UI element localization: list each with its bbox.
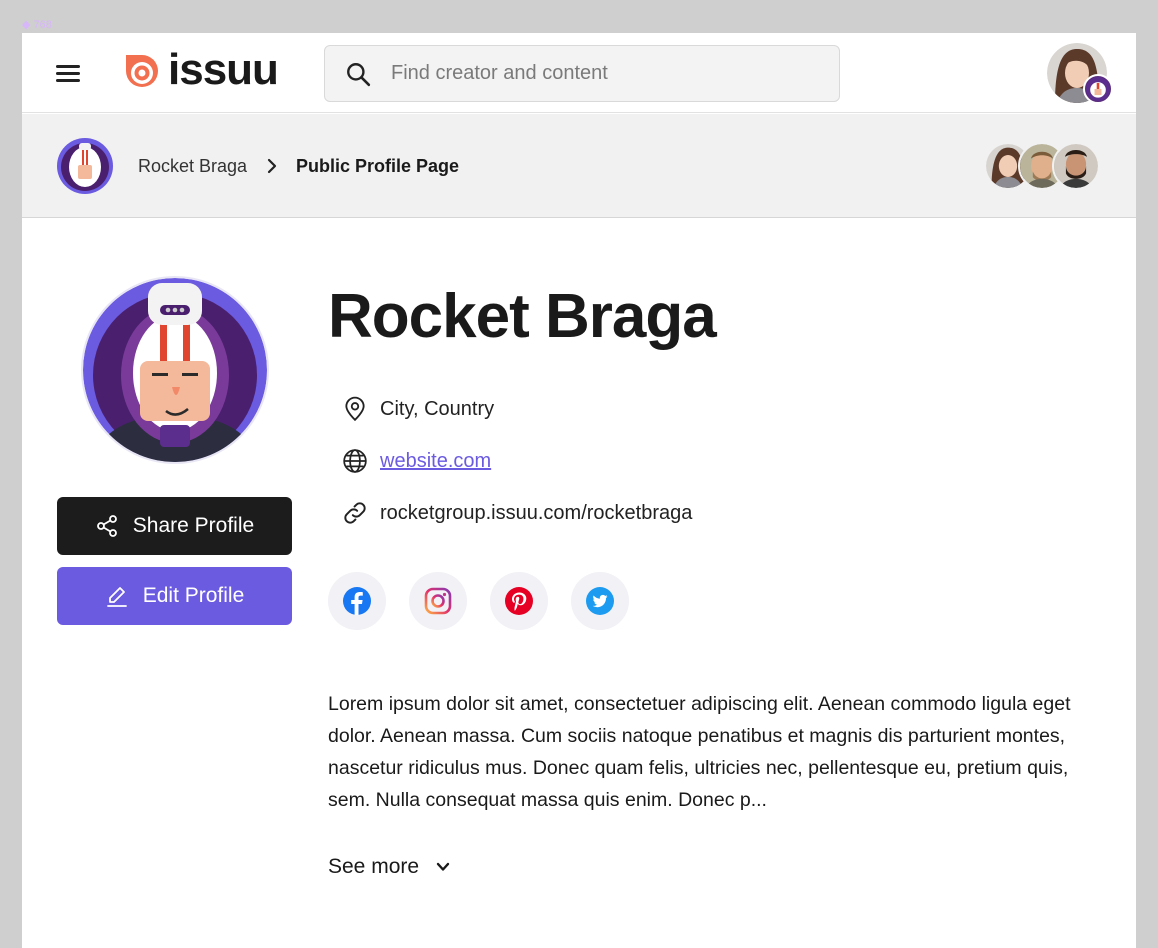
frame-label: ◆ 768 <box>22 19 52 31</box>
edit-profile-button[interactable]: Edit Profile <box>57 567 292 625</box>
profile-avatar <box>81 276 269 464</box>
top-navigation-bar: issuu <box>22 33 1136 113</box>
website-link[interactable]: website.com <box>380 450 491 473</box>
pencil-icon <box>106 587 127 607</box>
twitter-button[interactable] <box>571 572 629 630</box>
profile-badge-avatar <box>1083 74 1113 104</box>
facebook-button[interactable] <box>328 572 386 630</box>
issuu-logo-icon <box>126 55 158 87</box>
breadcrumb-current: Public Profile Page <box>296 156 460 176</box>
pinterest-icon <box>505 587 533 615</box>
website-row: website.com <box>342 448 491 474</box>
collaborator-avatar[interactable] <box>1052 142 1100 190</box>
logo-text: issuu <box>168 45 279 94</box>
breadcrumb-bar: Rocket Braga Public Profile Page <box>22 114 1136 218</box>
location-row: City, Country <box>342 396 494 422</box>
instagram-icon <box>424 587 452 615</box>
share-profile-button[interactable]: Share Profile <box>57 497 292 555</box>
share-icon <box>96 515 117 537</box>
search-icon <box>347 62 371 86</box>
profile-name: Rocket Braga <box>328 282 717 351</box>
pinterest-button[interactable] <box>490 572 548 630</box>
twitter-icon <box>586 587 614 615</box>
breadcrumb-avatar[interactable] <box>56 137 114 195</box>
search-bar[interactable] <box>324 45 840 102</box>
issuu-logo[interactable]: issuu <box>120 45 279 95</box>
location-pin-icon <box>345 396 365 422</box>
social-links <box>328 572 629 630</box>
profile-url-text: rocketgroup.issuu.com/rocketbraga <box>380 501 693 524</box>
globe-icon <box>343 449 367 473</box>
share-profile-label: Share Profile <box>132 514 255 537</box>
link-icon <box>344 502 366 524</box>
hamburger-menu-icon[interactable] <box>50 59 86 87</box>
breadcrumb-parent-link[interactable]: Rocket Braga <box>138 156 247 177</box>
instagram-button[interactable] <box>409 572 467 630</box>
facebook-icon <box>343 587 371 615</box>
chevron-down-icon <box>436 862 450 871</box>
profile-page: issuu Find creator and content Rocket Br… <box>22 33 1136 948</box>
profile-url-row: rocketgroup.issuu.com/rocketbraga <box>342 500 692 526</box>
profile-bio: Lorem ipsum dolor sit amet, consectetuer… <box>328 693 1071 811</box>
chevron-right-icon <box>267 158 277 174</box>
search-input[interactable] <box>391 62 811 85</box>
see-more-button[interactable]: See more <box>328 855 451 879</box>
location-text: City, Country <box>380 397 495 420</box>
see-more-label: See more <box>328 855 420 878</box>
edit-profile-label: Edit Profile <box>142 584 245 607</box>
